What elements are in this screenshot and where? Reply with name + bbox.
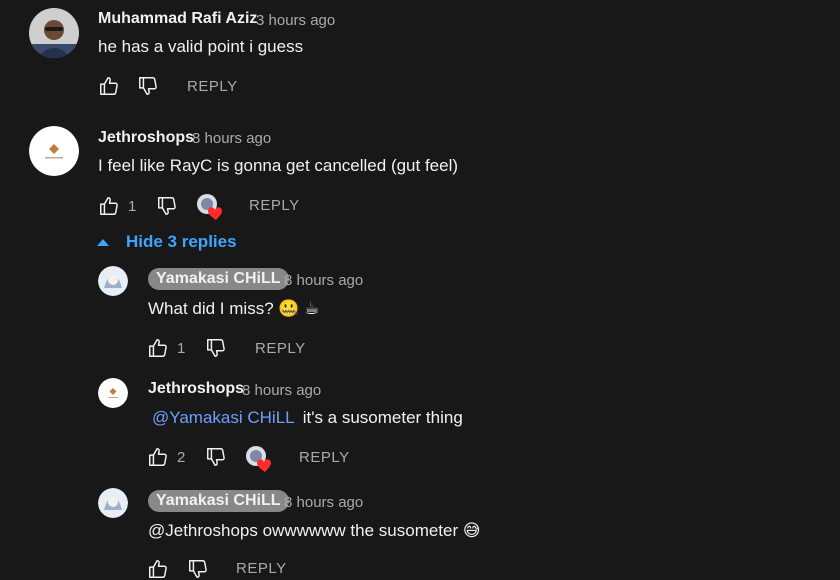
reply-button[interactable]: REPLY (236, 560, 287, 577)
reply-button[interactable]: REPLY (299, 449, 350, 466)
avatar[interactable] (98, 266, 128, 296)
avatar[interactable] (98, 378, 128, 408)
mention-link[interactable]: @Yamakasi CHiLL (152, 408, 294, 427)
like-count: 1 (128, 198, 137, 215)
thumbs-up-icon[interactable] (147, 558, 169, 580)
like-count: 1 (177, 340, 186, 357)
comment-author[interactable]: Yamakasi CHiLL (148, 268, 289, 290)
comment-text: What did I miss? 🤐 ☕ (148, 299, 320, 318)
comment-time[interactable]: 8 hours ago (242, 382, 321, 399)
thumbs-up-icon[interactable] (98, 195, 120, 217)
avatar[interactable] (29, 126, 79, 176)
comment-text: @Yamakasi CHiLL it's a susometer thing (152, 408, 463, 428)
creator-heart-icon (197, 194, 223, 220)
thumbs-up-icon[interactable] (147, 446, 169, 468)
comment-text-body: it's a susometer thing (302, 408, 463, 427)
comment-author[interactable]: Muhammad Rafi Aziz (98, 10, 257, 28)
comment-time[interactable]: 3 hours ago (256, 12, 335, 29)
reply-button[interactable]: REPLY (187, 78, 238, 95)
comment-text: @Jethroshops owwwwww the susometer 😅 (148, 521, 481, 540)
comment-time[interactable]: 8 hours ago (284, 494, 363, 511)
comment-text: he has a valid point i guess (98, 37, 304, 56)
thumbs-down-icon[interactable] (137, 75, 159, 97)
avatar[interactable] (29, 8, 79, 58)
reply-button[interactable]: REPLY (249, 197, 300, 214)
caret-up-icon (97, 239, 109, 246)
comment-author[interactable]: Jethroshops (148, 380, 244, 398)
thumbs-down-icon[interactable] (156, 195, 178, 217)
thumbs-up-icon[interactable] (98, 75, 120, 97)
comment-time[interactable]: 8 hours ago (284, 272, 363, 289)
thumbs-down-icon[interactable] (205, 446, 227, 468)
comment-time[interactable]: 8 hours ago (192, 130, 271, 147)
creator-heart-icon (246, 446, 272, 472)
comment-author[interactable]: Jethroshops (98, 129, 194, 147)
thumbs-down-icon[interactable] (205, 337, 227, 359)
thumbs-up-icon[interactable] (147, 337, 169, 359)
avatar[interactable] (98, 488, 128, 518)
comment-text: I feel like RayC is gonna get cancelled … (98, 156, 459, 175)
thumbs-down-icon[interactable] (187, 558, 209, 580)
hide-replies-label[interactable]: Hide 3 replies (126, 232, 237, 252)
hide-replies-toggle[interactable]: Hide 3 replies (96, 232, 237, 252)
like-count: 2 (177, 449, 186, 466)
reply-button[interactable]: REPLY (255, 340, 306, 357)
comment-author[interactable]: Yamakasi CHiLL (148, 490, 289, 512)
